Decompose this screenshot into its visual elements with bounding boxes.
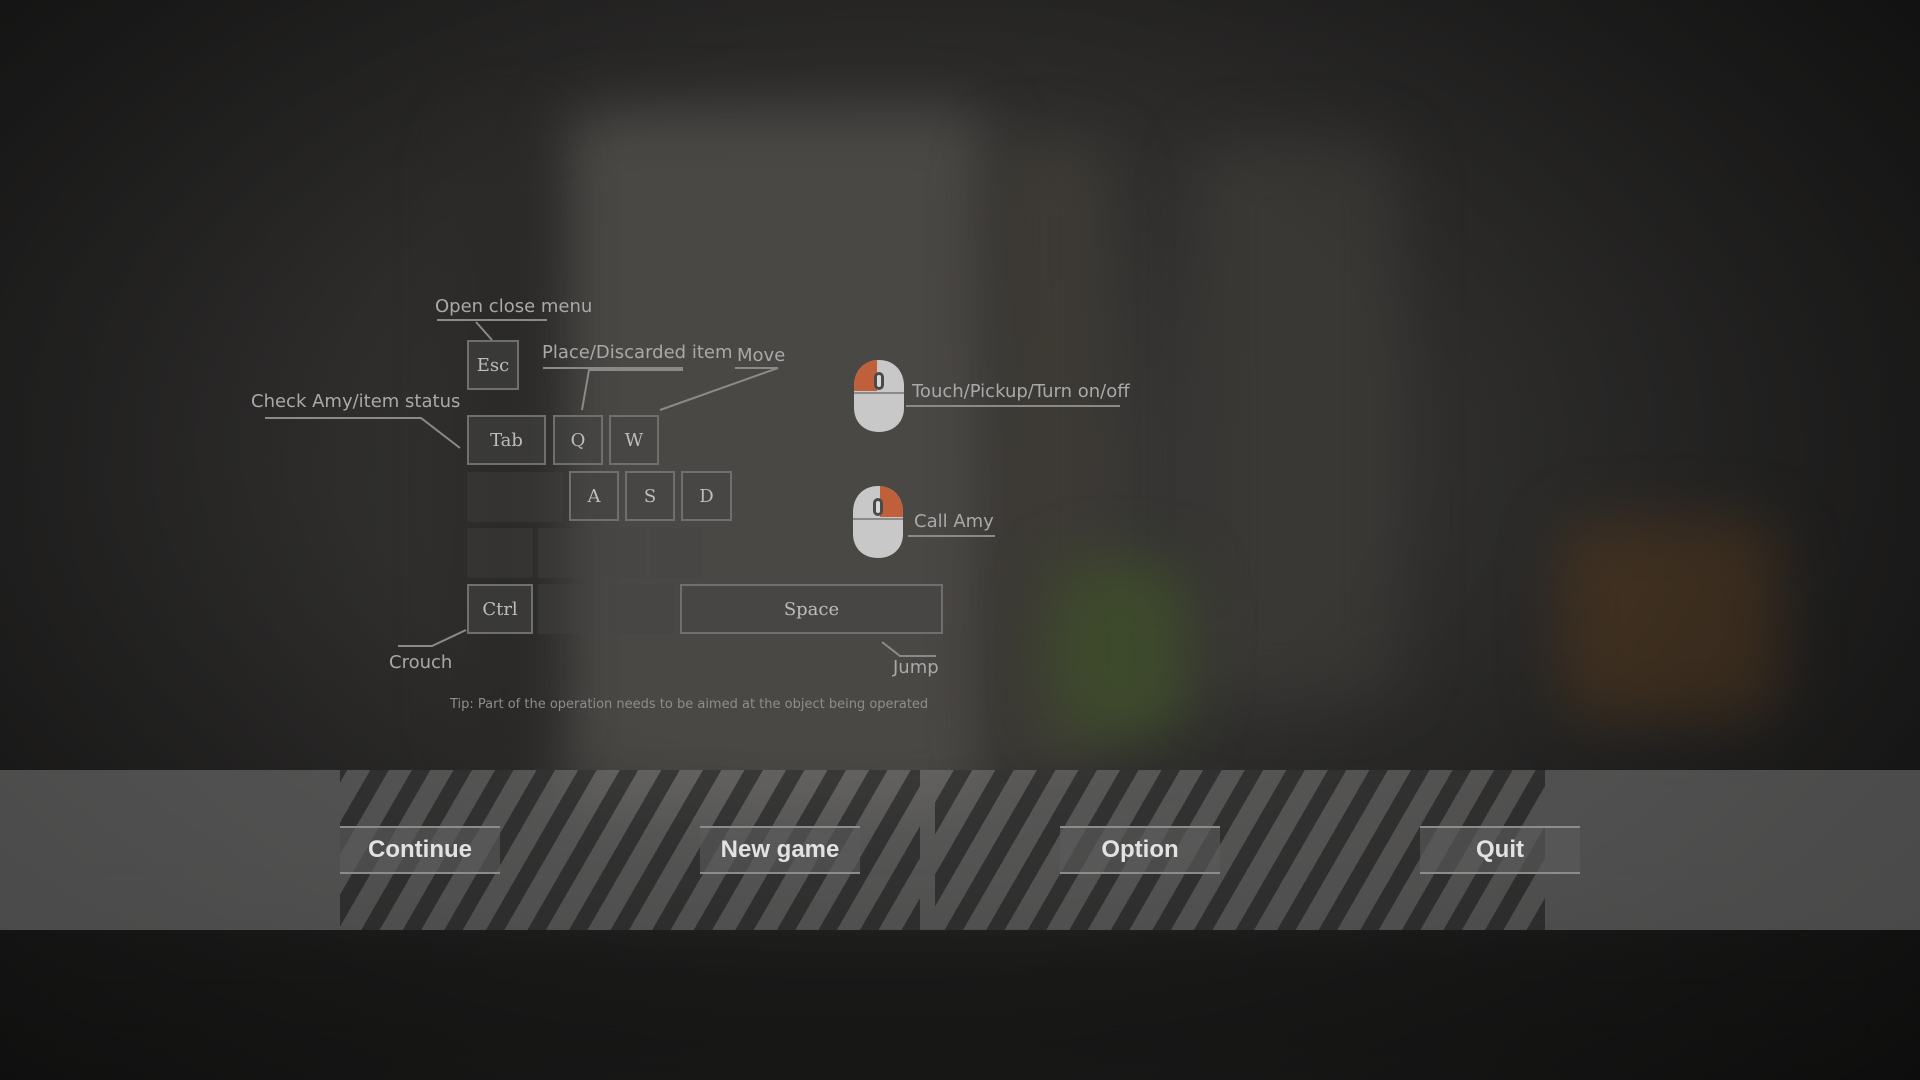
label-open-close-menu: Open close menu	[435, 296, 593, 317]
label-check-amy: Check Amy/item status	[251, 391, 461, 412]
mouse-right-click-icon	[853, 486, 903, 558]
key-a: A	[569, 471, 619, 521]
key-blank	[467, 472, 563, 522]
key-ctrl: Ctrl	[467, 584, 533, 634]
label-crouch: Crouch	[389, 652, 453, 673]
key-blank	[467, 528, 533, 578]
key-space: Space	[680, 584, 943, 634]
option-button[interactable]: Option	[1060, 826, 1220, 874]
label-left-click: Touch/Pickup/Turn on/off	[912, 381, 1130, 402]
label-jump: Jump	[893, 657, 939, 678]
label-move: Move	[737, 345, 786, 366]
key-blank	[595, 528, 645, 578]
key-s: S	[625, 471, 675, 521]
continue-button[interactable]: Continue	[340, 826, 500, 874]
mouse-left-click-icon	[854, 360, 904, 432]
key-blank	[651, 528, 703, 578]
key-tab: Tab	[467, 415, 546, 465]
key-q: Q	[553, 415, 603, 465]
key-w: W	[609, 415, 659, 465]
key-blank	[538, 584, 604, 634]
tip-text: Tip: Part of the operation needs to be a…	[450, 697, 929, 712]
main-menu-bar: Continue New game Option Quit	[0, 770, 1920, 930]
label-right-click: Call Amy	[914, 511, 994, 532]
key-blank	[609, 584, 675, 634]
key-esc: Esc	[467, 340, 519, 390]
key-d: D	[681, 471, 732, 521]
key-blank	[538, 528, 590, 578]
new-game-button[interactable]: New game	[700, 826, 860, 874]
label-place-discard: Place/Discarded item	[542, 342, 733, 363]
quit-button[interactable]: Quit	[1420, 826, 1580, 874]
